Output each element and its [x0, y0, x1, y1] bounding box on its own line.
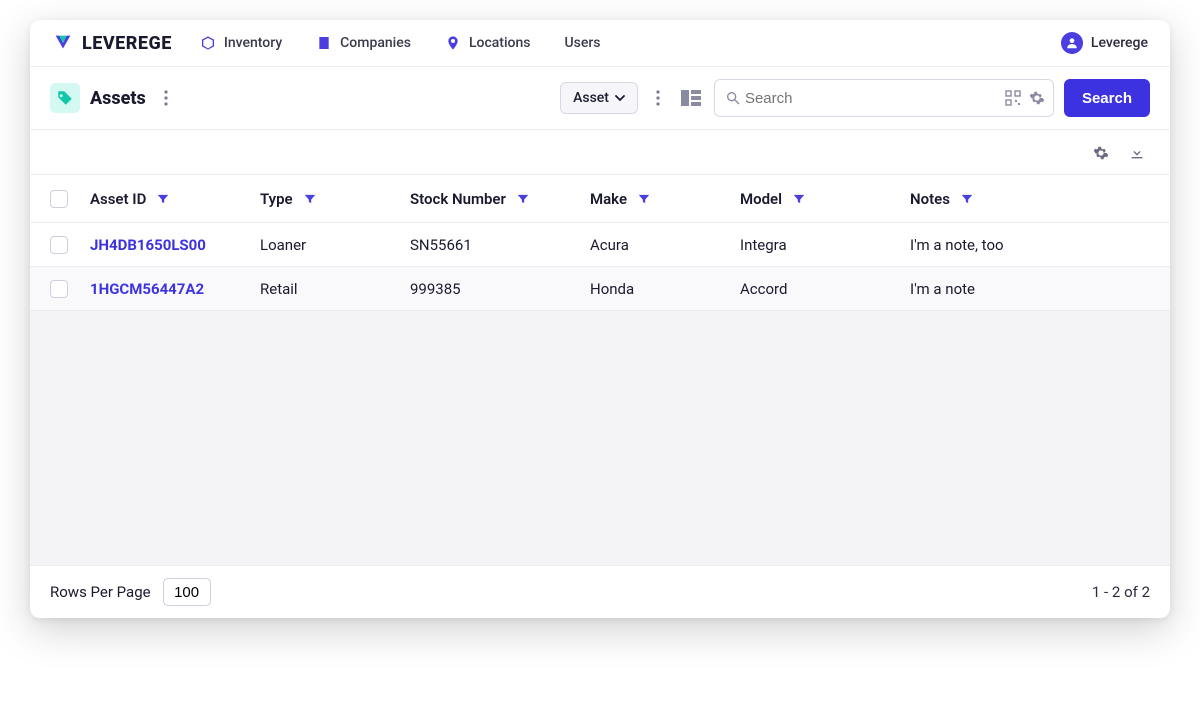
- table-row[interactable]: 1HGCM56447A2 Retail 999385 Honda Accord …: [30, 267, 1170, 311]
- nav-item-inventory[interactable]: Inventory: [200, 35, 282, 51]
- sub-toolbar: [30, 130, 1170, 175]
- cell-asset-id[interactable]: 1HGCM56447A2: [90, 280, 204, 298]
- filter-icon-stock[interactable]: [516, 192, 530, 206]
- download-icon[interactable]: [1124, 140, 1150, 166]
- page-more-button[interactable]: [156, 85, 176, 111]
- cell-make: Acura: [590, 236, 629, 254]
- nav-item-companies[interactable]: Companies: [316, 35, 411, 51]
- filter-icon-model[interactable]: [792, 192, 806, 206]
- row-checkbox[interactable]: [50, 280, 68, 298]
- col-header-asset-id[interactable]: Asset ID: [90, 190, 146, 208]
- logo-icon: [52, 32, 74, 54]
- cell-stock-number: 999385: [410, 280, 461, 298]
- nav-items: Inventory Companies Locations Users: [200, 35, 601, 51]
- col-header-notes[interactable]: Notes: [910, 190, 950, 208]
- building-icon: [316, 35, 332, 51]
- nav-label-locations: Locations: [469, 35, 531, 51]
- page-title: Assets: [90, 88, 146, 109]
- dropdown-label: Asset: [573, 90, 609, 106]
- cube-icon: [200, 35, 216, 51]
- toolbar-right: Asset: [560, 79, 1150, 117]
- table-header: Asset ID Type Stock Number Make Model No…: [30, 175, 1170, 223]
- qr-icon[interactable]: [1005, 90, 1021, 106]
- table-row[interactable]: JH4DB1650LS00 Loaner SN55661 Acura Integ…: [30, 223, 1170, 267]
- user-name: Leverege: [1091, 35, 1148, 51]
- table-gear-icon[interactable]: [1088, 140, 1114, 166]
- search-box: [714, 79, 1054, 117]
- assets-tag-icon: [50, 83, 80, 113]
- cell-notes: I'm a note: [910, 280, 975, 298]
- brand-logo[interactable]: LEVEREGE: [52, 32, 172, 54]
- filter-icon-notes[interactable]: [960, 192, 974, 206]
- filter-icon-type[interactable]: [303, 192, 317, 206]
- nav-label-users: Users: [564, 35, 600, 51]
- chevron-down-icon: [615, 93, 625, 103]
- rows-per-page-label: Rows Per Page: [50, 583, 151, 601]
- cell-notes: I'm a note, too: [910, 236, 1004, 254]
- page-status[interactable]: 1 - 2 of 2: [1092, 583, 1150, 601]
- col-header-type[interactable]: Type: [260, 190, 293, 208]
- cell-type: Loaner: [260, 236, 306, 254]
- layout-toggle-button[interactable]: [678, 85, 704, 111]
- filter-icon-make[interactable]: [637, 192, 651, 206]
- search-button[interactable]: Search: [1064, 79, 1150, 117]
- app-window: LEVEREGE Inventory Companies Locations: [30, 20, 1170, 618]
- avatar-icon: [1061, 32, 1083, 54]
- cell-model: Integra: [740, 236, 787, 254]
- view-more-button[interactable]: [648, 85, 668, 111]
- rows-per-page-input[interactable]: [163, 578, 211, 606]
- asset-type-dropdown[interactable]: Asset: [560, 82, 638, 114]
- toolbar-left: Assets: [50, 83, 176, 113]
- cell-make: Honda: [590, 280, 634, 298]
- toolbar: Assets Asset: [30, 67, 1170, 130]
- nav-item-locations[interactable]: Locations: [445, 35, 531, 51]
- footer: Rows Per Page 1 - 2 of 2: [30, 565, 1170, 618]
- col-header-stock-number[interactable]: Stock Number: [410, 190, 506, 208]
- cell-type: Retail: [260, 280, 298, 298]
- user-badge[interactable]: Leverege: [1061, 32, 1148, 54]
- search-icon: [725, 90, 741, 106]
- search-gear-icon[interactable]: [1029, 90, 1045, 106]
- cell-model: Accord: [740, 280, 787, 298]
- nav-item-users[interactable]: Users: [564, 35, 600, 51]
- col-header-make[interactable]: Make: [590, 190, 627, 208]
- cell-stock-number: SN55661: [410, 236, 472, 254]
- top-nav: LEVEREGE Inventory Companies Locations: [30, 20, 1170, 67]
- search-input[interactable]: [745, 90, 1005, 107]
- brand-name: LEVEREGE: [82, 33, 172, 54]
- pin-icon: [445, 35, 461, 51]
- table-area: Asset ID Type Stock Number Make Model No…: [30, 175, 1170, 565]
- col-header-model[interactable]: Model: [740, 190, 782, 208]
- cell-asset-id[interactable]: JH4DB1650LS00: [90, 236, 206, 254]
- filter-icon-asset-id[interactable]: [156, 192, 170, 206]
- nav-label-inventory: Inventory: [224, 35, 282, 51]
- row-checkbox[interactable]: [50, 236, 68, 254]
- nav-label-companies: Companies: [340, 35, 411, 51]
- select-all-checkbox[interactable]: [50, 190, 68, 208]
